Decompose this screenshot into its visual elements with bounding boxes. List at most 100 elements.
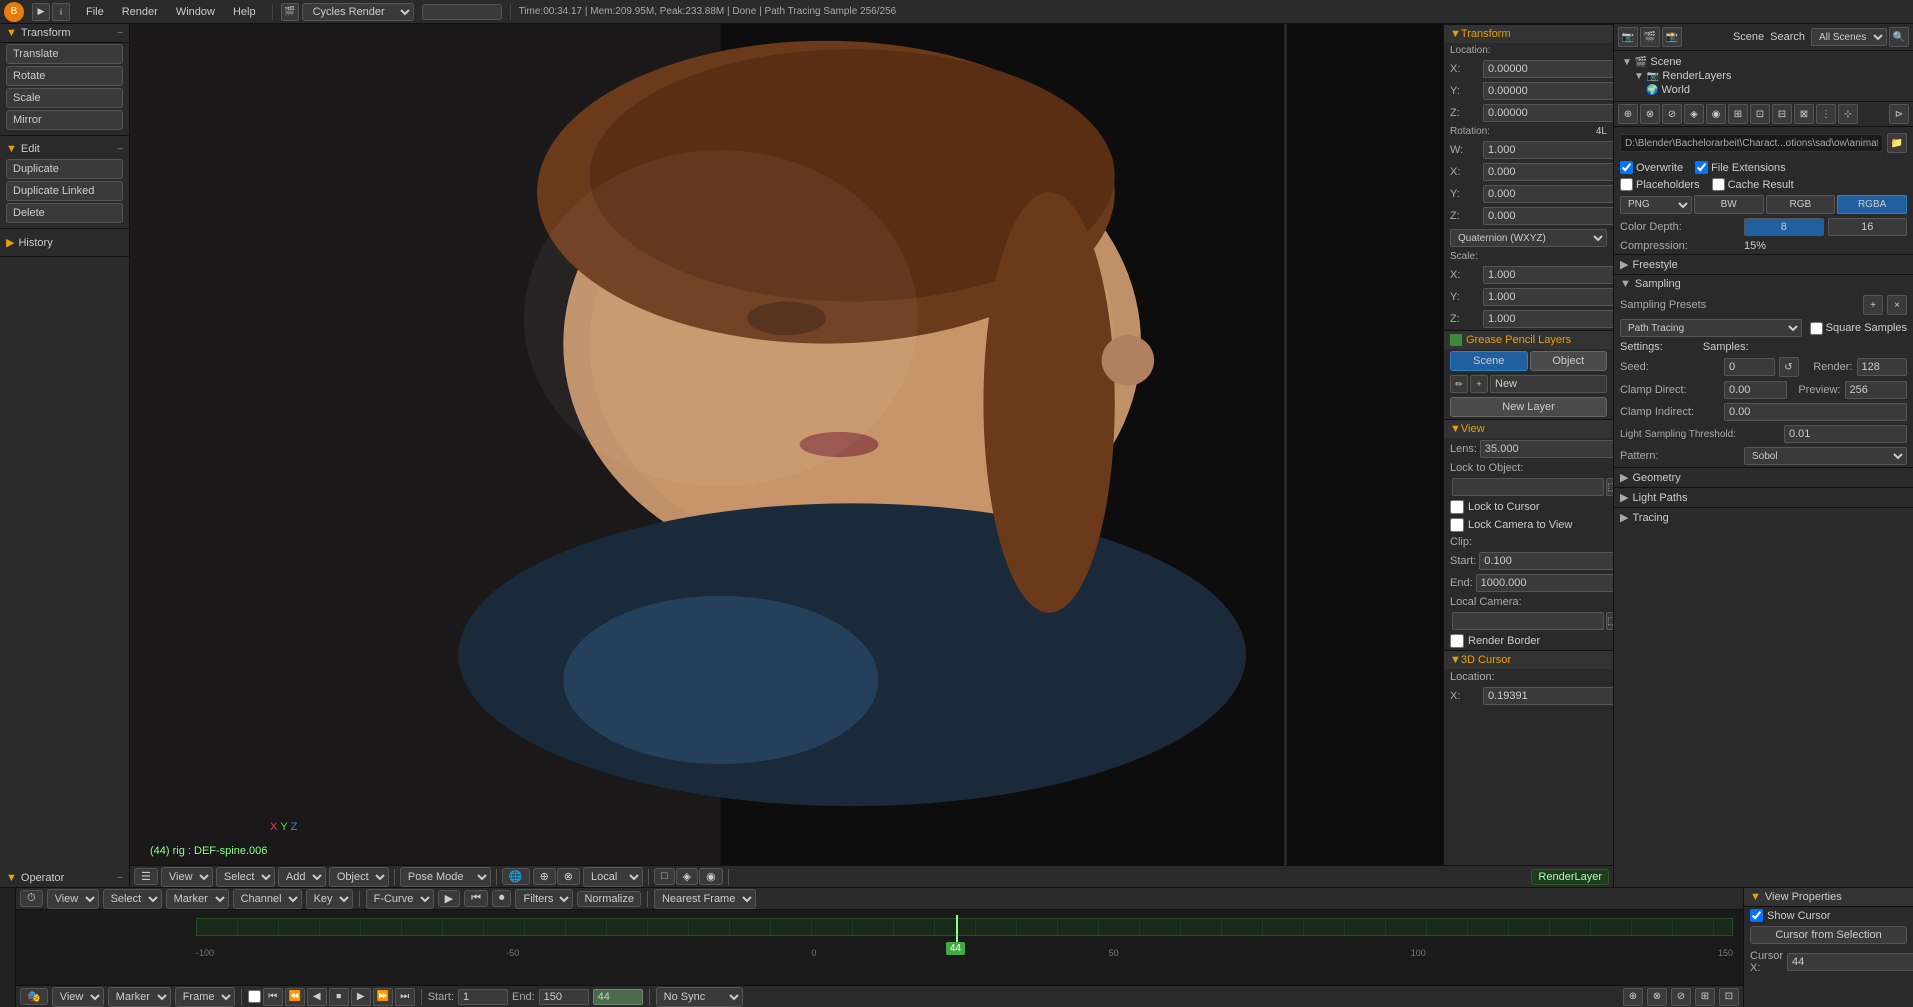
- gp-edit-icon[interactable]: ✏: [1450, 375, 1468, 393]
- rot-x-input[interactable]: [1483, 163, 1613, 181]
- tl-rewind-icon[interactable]: ⏮: [464, 890, 488, 907]
- clip-end-input[interactable]: [1476, 574, 1613, 592]
- pb-icon-2[interactable]: ⊗: [1647, 988, 1667, 1006]
- solid-icon[interactable]: □: [654, 868, 675, 885]
- pb-view-select[interactable]: View: [52, 987, 104, 1007]
- loc-x-input[interactable]: [1483, 60, 1613, 78]
- global-local-btn[interactable]: 🌐: [502, 868, 530, 885]
- scene-field[interactable]: Scene: [422, 4, 502, 20]
- delete-button[interactable]: Delete: [6, 203, 123, 223]
- pb-step-fwd[interactable]: ⏩: [373, 988, 393, 1006]
- loc-y-input[interactable]: [1483, 82, 1613, 100]
- gp-scene-btn[interactable]: Scene: [1450, 351, 1528, 371]
- engine-selector[interactable]: Cycles Render Blender Render: [302, 3, 414, 21]
- cursor-x-input[interactable]: [1787, 953, 1913, 971]
- start-frame-input[interactable]: [458, 989, 508, 1005]
- view-select[interactable]: View: [161, 867, 213, 887]
- render-menu[interactable]: Render: [114, 4, 166, 20]
- local-select[interactable]: Local Global: [583, 867, 643, 887]
- timeline-select-select[interactable]: Select: [103, 889, 162, 909]
- operator-minus[interactable]: −: [117, 873, 123, 884]
- preview-val-input[interactable]: [1845, 381, 1908, 399]
- seed-random-icon[interactable]: ↺: [1779, 357, 1799, 377]
- sync-select[interactable]: No Sync Frame Drop AV-sync: [656, 987, 743, 1007]
- bw-btn[interactable]: BW: [1694, 195, 1764, 214]
- cursor-from-selection-btn[interactable]: Cursor from Selection: [1750, 926, 1907, 944]
- pb-icon-1[interactable]: ⊕: [1623, 988, 1643, 1006]
- snap-icon[interactable]: ⊕: [533, 868, 556, 885]
- pb-play-rev[interactable]: ◀: [307, 988, 327, 1006]
- arm-icon-7[interactable]: ⊡: [1750, 104, 1770, 124]
- viewport[interactable]: (44) rig : DEF-spine.006 X Y Z: [130, 24, 1443, 865]
- scale-x-input[interactable]: [1483, 266, 1613, 284]
- cache-result-check[interactable]: [1712, 178, 1725, 191]
- depth-16-btn[interactable]: 16: [1828, 218, 1908, 236]
- transform-minus[interactable]: −: [117, 28, 123, 39]
- select-select[interactable]: Select: [216, 867, 275, 887]
- render-prev-icon[interactable]: ◉: [699, 868, 723, 885]
- file-ext-check[interactable]: [1695, 161, 1708, 174]
- format-select[interactable]: PNG JPEG EXR: [1620, 196, 1692, 214]
- pb-play[interactable]: ▶: [351, 988, 371, 1006]
- timeline-key-select[interactable]: Key: [306, 889, 353, 909]
- arm-icon-12[interactable]: ⊳: [1889, 104, 1909, 124]
- cursor-x-input[interactable]: [1483, 687, 1613, 705]
- placeholders-check[interactable]: [1620, 178, 1633, 191]
- pb-icon-5[interactable]: ⊡: [1719, 988, 1739, 1006]
- gp-add-icon[interactable]: +: [1470, 375, 1488, 393]
- gp-object-btn[interactable]: Object: [1530, 351, 1608, 371]
- timeline-area[interactable]: 44 -100 -50 0 50 100 150: [16, 910, 1743, 985]
- arm-icon-6[interactable]: ⊞: [1728, 104, 1748, 124]
- loc-z-input[interactable]: [1483, 104, 1613, 122]
- normalize-btn[interactable]: Normalize: [577, 891, 641, 907]
- path-tracing-select[interactable]: Path Tracing Branched Path Tracing: [1620, 319, 1802, 337]
- freestyle-header[interactable]: ▶ Freestyle: [1614, 255, 1913, 274]
- arm-icon-10[interactable]: ⋮: [1816, 104, 1836, 124]
- lens-input[interactable]: [1480, 440, 1613, 458]
- tracing-header[interactable]: ▶ Tracing: [1614, 508, 1913, 527]
- pb-auto-check[interactable]: [248, 990, 261, 1003]
- pose-mode-select[interactable]: Pose Mode Object Mode Edit Mode: [400, 867, 491, 887]
- rotate-button[interactable]: Rotate: [6, 66, 123, 86]
- lock-object-input[interactable]: [1452, 478, 1604, 496]
- scale-button[interactable]: Scale: [6, 88, 123, 108]
- current-frame-input[interactable]: [593, 989, 643, 1005]
- pb-marker-select[interactable]: Marker: [108, 987, 171, 1007]
- sampling-header[interactable]: ▼ Sampling: [1614, 275, 1913, 293]
- scene-select[interactable]: All Scenes: [1811, 28, 1887, 46]
- tl-play-icon[interactable]: ▶: [438, 890, 460, 907]
- duplicate-linked-button[interactable]: Duplicate Linked: [6, 181, 123, 201]
- pb-step-back[interactable]: ⏪: [285, 988, 305, 1006]
- wire-icon[interactable]: ◈: [676, 868, 698, 885]
- light-paths-header[interactable]: ▶ Light Paths: [1614, 488, 1913, 507]
- arm-icon-8[interactable]: ⊟: [1772, 104, 1792, 124]
- window-menu[interactable]: Window: [168, 4, 223, 20]
- pb-icon-3[interactable]: ⊘: [1671, 988, 1691, 1006]
- local-camera-input[interactable]: [1452, 612, 1604, 630]
- gp-new-label[interactable]: New: [1495, 378, 1517, 390]
- pb-icon-4[interactable]: ⊞: [1695, 988, 1715, 1006]
- transform-section[interactable]: ▼ Transform: [1444, 24, 1613, 43]
- scene-tree-scene[interactable]: ▼ 🎬 Scene: [1618, 55, 1909, 69]
- arm-icon-2[interactable]: ⊗: [1640, 104, 1660, 124]
- new-layer-btn[interactable]: New Layer: [1450, 397, 1607, 417]
- pb-icon[interactable]: 🎭: [20, 988, 48, 1005]
- duplicate-button[interactable]: Duplicate: [6, 159, 123, 179]
- scene-tree-renderlayers[interactable]: ▼ 📷 RenderLayers: [1630, 69, 1909, 83]
- arm-icon-3[interactable]: ⊘: [1662, 104, 1682, 124]
- magnet-icon[interactable]: ⊗: [557, 868, 580, 885]
- scale-z-input[interactable]: [1483, 310, 1613, 328]
- pb-skip-end[interactable]: ⏭: [395, 988, 415, 1006]
- geometry-header[interactable]: ▶ Geometry: [1614, 468, 1913, 487]
- arm-icon-4[interactable]: ◈: [1684, 104, 1704, 124]
- timeline-view-select[interactable]: View: [47, 889, 99, 909]
- arm-icon-1[interactable]: ⊕: [1618, 104, 1638, 124]
- help-menu[interactable]: Help: [225, 4, 264, 20]
- search-btn[interactable]: Search: [1766, 31, 1809, 43]
- pb-skip-start[interactable]: ⏮: [263, 988, 283, 1006]
- arm-icon-5[interactable]: ◉: [1706, 104, 1726, 124]
- file-path-input[interactable]: [1620, 134, 1883, 152]
- fcurve-select[interactable]: F-Curve: [366, 889, 434, 909]
- timeline-channel-select[interactable]: Channel: [233, 889, 302, 909]
- pattern-select[interactable]: Sobol Correlated Multi-Jitter: [1744, 447, 1907, 465]
